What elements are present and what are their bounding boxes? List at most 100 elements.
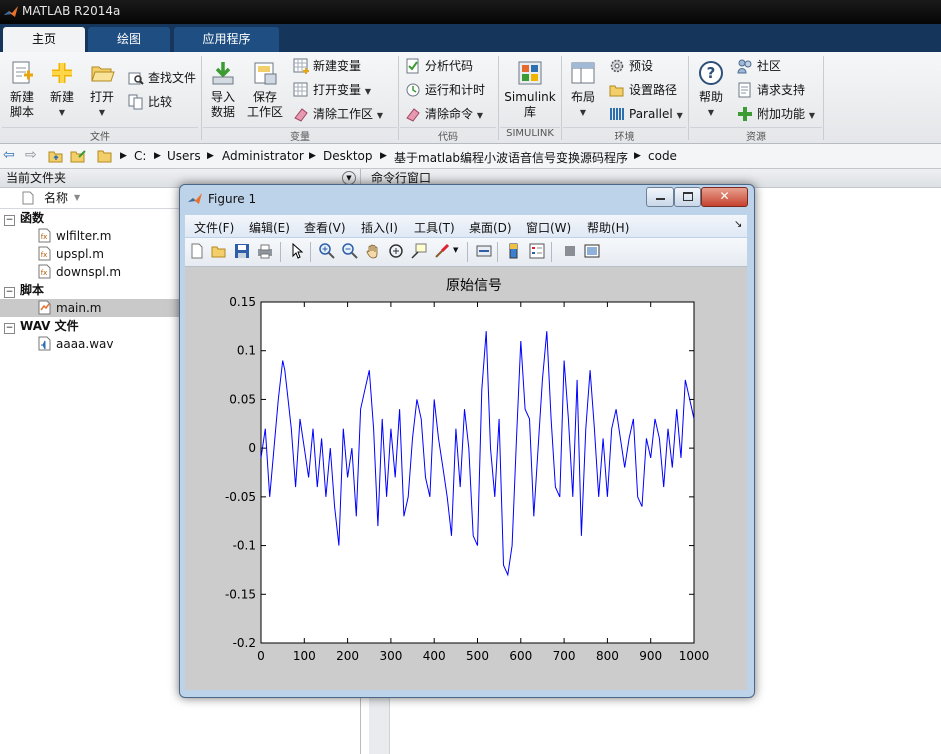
forward-arrow-icon[interactable]: ⇨	[25, 148, 37, 162]
group-name: WAV 文件	[20, 319, 79, 333]
open-button[interactable]: 打开 ▼	[85, 60, 119, 120]
preferences-button[interactable]: 预设	[609, 56, 653, 76]
simulink-library-button[interactable]: Simulink 库	[504, 60, 556, 120]
breadcrumb-code[interactable]: code	[648, 149, 677, 163]
breadcrumb-users[interactable]: Users	[167, 149, 201, 163]
tab-home[interactable]: 主页	[3, 27, 85, 52]
pan-hand-icon[interactable]	[365, 243, 381, 259]
set-path-button[interactable]: 设置路径	[609, 80, 677, 100]
close-button[interactable]: ✕	[701, 187, 748, 207]
analyze-code-button[interactable]: 分析代码	[405, 56, 473, 76]
menu-window[interactable]: 窗口(W)	[526, 219, 571, 236]
browse-folder-icon[interactable]	[70, 148, 88, 167]
import-data-button[interactable]: 导入 数据	[205, 60, 241, 120]
dock-arrow-icon[interactable]: ↘	[734, 219, 742, 230]
new-button[interactable]: 新建 ▼	[45, 60, 79, 120]
open-variable-button[interactable]: 打开变量 ▼	[293, 80, 371, 100]
toolbar-divider	[467, 242, 468, 262]
gear-icon	[609, 58, 625, 74]
request-support-button[interactable]: 请求支持	[737, 80, 805, 100]
data-cursor-icon[interactable]	[411, 243, 427, 259]
figure-title-bar[interactable]: Figure 1 ✕	[180, 185, 754, 213]
menu-file[interactable]: 文件(F)	[194, 219, 234, 236]
collapse-icon[interactable]: −	[4, 215, 15, 226]
find-files-button[interactable]: 查找文件	[128, 68, 196, 88]
maximize-button[interactable]	[674, 187, 701, 207]
chevron-down-icon[interactable]: ▼	[453, 246, 458, 254]
axes-box[interactable]	[260, 301, 695, 644]
new-label: 新建	[49, 90, 74, 104]
breadcrumb-project-folder[interactable]: 基于matlab编程小波语音信号变换源码程序	[394, 149, 628, 166]
figure-window[interactable]: Figure 1 ✕ 文件(F) 编辑(E) 查看(V) 插入(I) 工具(T)…	[179, 184, 755, 698]
minimize-icon	[655, 198, 665, 200]
group-divider	[201, 56, 202, 140]
tab-apps[interactable]: 应用程序	[174, 27, 279, 52]
clear-workspace-label: 清除工作区	[313, 107, 374, 121]
menu-insert[interactable]: 插入(I)	[361, 219, 398, 236]
insert-colorbar-icon[interactable]	[506, 243, 522, 259]
menu-help[interactable]: 帮助(H)	[587, 219, 629, 236]
clear-commands-button[interactable]: 清除命令 ▼	[405, 104, 483, 124]
save-icon[interactable]	[234, 243, 250, 259]
breadcrumb-c-drive[interactable]: C:	[134, 149, 146, 163]
run-and-time-button[interactable]: 运行和计时	[405, 80, 485, 100]
group-divider	[823, 56, 824, 140]
clear-commands-icon	[405, 106, 421, 122]
zoom-in-icon[interactable]	[319, 243, 335, 259]
parallel-icon	[609, 106, 625, 122]
layout-label: 布局	[570, 90, 595, 104]
breadcrumb-administrator[interactable]: Administrator	[222, 149, 304, 163]
clear-workspace-button[interactable]: 清除工作区 ▼	[293, 104, 383, 124]
hide-plot-tools-icon[interactable]	[562, 243, 578, 259]
compare-button[interactable]: 比较	[128, 92, 172, 112]
clear-commands-label: 清除命令	[425, 107, 474, 121]
breadcrumb-desktop[interactable]: Desktop	[323, 149, 373, 163]
tab-plots[interactable]: 绘图	[88, 27, 170, 52]
plot-area[interactable]: 原始信号 0 100 200 300 400 500 600 700 800 900 1000 0.1…	[185, 267, 747, 690]
open-file-icon[interactable]	[211, 243, 227, 259]
menu-edit[interactable]: 编辑(E)	[249, 219, 290, 236]
brush-icon[interactable]	[434, 243, 450, 259]
new-figure-icon[interactable]	[189, 243, 205, 259]
app-title-bar: MATLAB R2014a	[0, 0, 941, 24]
group-divider	[688, 56, 689, 140]
chevron-down-icon: ▼	[376, 111, 383, 120]
name-column-header[interactable]: 名称	[44, 188, 68, 208]
link-plot-icon[interactable]	[476, 243, 492, 259]
group-label-variable: 变量	[203, 127, 397, 143]
add-ons-button[interactable]: 附加功能 ▼	[737, 104, 815, 124]
layout-button[interactable]: 布局 ▼	[566, 60, 600, 120]
up-folder-icon[interactable]	[48, 148, 64, 167]
m-file-icon: fx	[38, 246, 51, 261]
open-label: 打开	[89, 90, 114, 104]
open-variable-icon	[293, 82, 309, 98]
menu-desktop[interactable]: 桌面(D)	[469, 219, 512, 236]
insert-legend-icon[interactable]	[529, 243, 545, 259]
menu-tools[interactable]: 工具(T)	[414, 219, 455, 236]
new-script-icon	[9, 60, 35, 86]
menu-view[interactable]: 查看(V)	[304, 219, 346, 236]
collapse-icon[interactable]: −	[4, 287, 15, 298]
back-arrow-icon[interactable]: ⇦	[3, 148, 15, 162]
collapse-icon[interactable]: −	[4, 323, 15, 334]
rotate-3d-icon[interactable]	[388, 243, 404, 259]
new-script-button[interactable]: 新建 脚本	[4, 60, 40, 120]
pointer-icon[interactable]	[289, 243, 305, 259]
save-workspace-button[interactable]: 保存 工作区	[245, 60, 285, 120]
group-label-environment: 环境	[563, 127, 686, 143]
print-icon[interactable]	[257, 243, 273, 259]
zoom-out-icon[interactable]	[342, 243, 358, 259]
y-tick-label: -0.05	[225, 490, 256, 504]
panel-menu-icon[interactable]: ▼	[342, 171, 356, 185]
group-divider	[398, 56, 399, 140]
x-tick-label: 700	[553, 649, 576, 663]
show-plot-tools-icon[interactable]	[584, 243, 600, 259]
new-variable-button[interactable]: 新建变量	[293, 56, 361, 76]
parallel-button[interactable]: Parallel ▼	[609, 104, 683, 124]
help-button[interactable]: ? 帮助 ▼	[694, 60, 728, 120]
save-workspace-label: 保存 工作区	[246, 90, 283, 119]
minimize-button[interactable]	[646, 187, 674, 207]
community-button[interactable]: 社区	[737, 56, 781, 76]
y-tick-label: -0.15	[225, 587, 256, 601]
group-label-simulink: SIMULINK	[500, 127, 560, 142]
